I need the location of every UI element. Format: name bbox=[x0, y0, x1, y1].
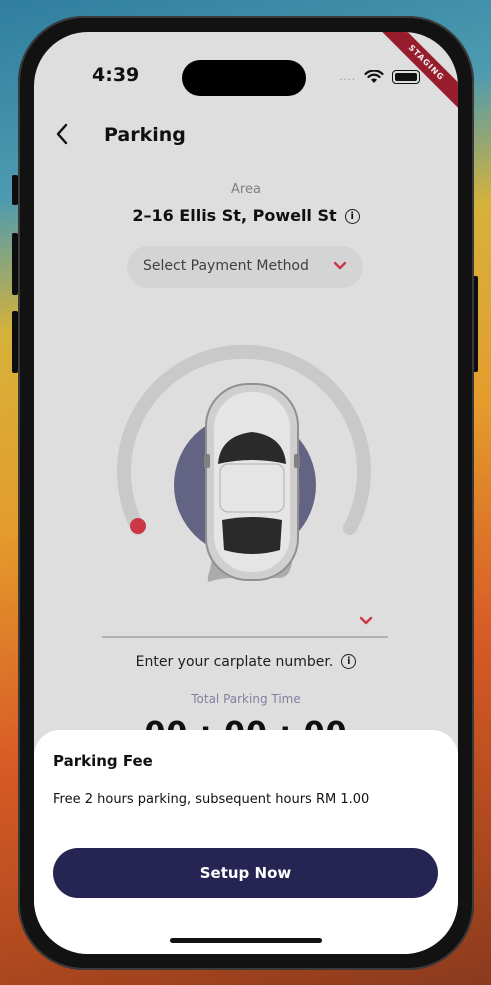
sheet-description: Free 2 hours parking, subsequent hours R… bbox=[53, 792, 370, 807]
home-indicator[interactable] bbox=[170, 938, 322, 943]
phone-frame: 4:39 .... STAGING Parking Area 2–16 Elli… bbox=[18, 16, 474, 970]
setup-now-button[interactable]: Setup Now bbox=[53, 848, 438, 898]
app-screen: 4:39 .... STAGING Parking Area 2–16 Elli… bbox=[34, 32, 458, 954]
sheet-title: Parking Fee bbox=[53, 752, 153, 770]
parking-fee-sheet: Parking Fee Free 2 hours parking, subseq… bbox=[34, 730, 458, 954]
